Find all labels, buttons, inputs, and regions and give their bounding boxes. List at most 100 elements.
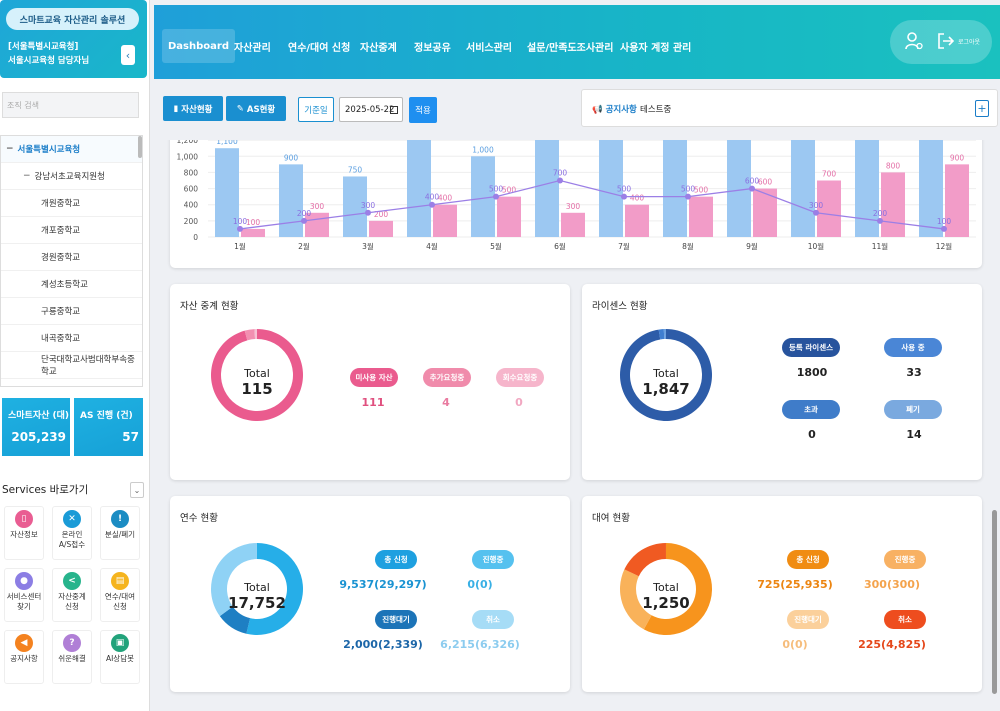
bar-series1[interactable]	[535, 140, 559, 237]
tree-node[interactable]: 단국대학교사범대학부속중학교	[1, 352, 142, 379]
service-shortcut[interactable]: ◀ 공지사항	[4, 630, 44, 684]
total-value: 17,752	[228, 594, 286, 612]
bar-series1[interactable]	[407, 140, 431, 237]
logout-label[interactable]: 로그아웃	[958, 37, 980, 46]
smart-asset-stat[interactable]: 스마트자산 (대) 205,239	[2, 398, 70, 456]
bar-series2[interactable]	[433, 204, 457, 237]
status-tag[interactable]: 취소	[884, 610, 926, 629]
status-tag[interactable]: 취소	[472, 610, 514, 629]
bar-series2[interactable]	[497, 196, 521, 237]
service-shortcut[interactable]: ▯ 자산정보	[4, 506, 44, 560]
tree-node[interactable]: 계성초등학교	[1, 271, 142, 298]
bar-series1[interactable]	[855, 140, 879, 237]
status-tag[interactable]: 총 신청	[787, 550, 829, 569]
line-point[interactable]	[813, 209, 819, 216]
tree-node-label: 계성초등학교	[41, 280, 88, 290]
line-point[interactable]	[365, 209, 371, 216]
tree-node[interactable]: 경원중학교	[1, 244, 142, 271]
service-shortcut[interactable]: ▣ AI상담봇	[100, 630, 140, 684]
bar-series2[interactable]	[241, 228, 265, 237]
line-point[interactable]	[429, 201, 435, 208]
status-tag[interactable]: 폐기	[884, 400, 942, 419]
tree-node[interactable]: 내곡중학교	[1, 325, 142, 352]
bar-series2[interactable]	[945, 164, 969, 237]
status-tag[interactable]: 총 신청	[375, 550, 417, 569]
status-tag[interactable]: 진행대기	[787, 610, 829, 629]
notice-add-button[interactable]: +	[975, 100, 989, 117]
line-point[interactable]	[557, 177, 563, 184]
bar-series2[interactable]	[369, 220, 393, 237]
status-tag[interactable]: 진행중	[472, 550, 514, 569]
status-tag[interactable]: 미사용 자산	[350, 368, 398, 387]
service-shortcut[interactable]: ✕ 온라인 A/S접수	[52, 506, 92, 560]
status-tag[interactable]: 진행중	[884, 550, 926, 569]
nav-item[interactable]: 서비스관리	[466, 29, 512, 63]
nav-item[interactable]: 자산관리	[234, 29, 271, 63]
line-point[interactable]	[749, 185, 755, 192]
status-tag[interactable]: 등록 라이센스	[782, 338, 840, 357]
asset-status-button[interactable]: ▮ 자산현황	[163, 96, 223, 121]
bar-series1[interactable]	[791, 140, 815, 237]
bar-series2[interactable]	[753, 188, 777, 237]
bar2-label: 300	[566, 202, 581, 211]
line-point[interactable]	[301, 217, 307, 224]
bar-series2[interactable]	[881, 172, 905, 237]
org-search-input[interactable]	[2, 92, 139, 118]
asset-relay-total: Total 115	[232, 367, 282, 398]
status-value: 225(4,825)	[858, 638, 926, 651]
bar-series1[interactable]	[279, 164, 303, 237]
apply-button[interactable]: 적용	[409, 97, 437, 123]
line-point[interactable]	[621, 193, 627, 200]
bar2-label: 900	[950, 153, 965, 162]
scrollbar-thumb[interactable]	[992, 510, 997, 694]
y-tick-label: 0	[193, 233, 198, 242]
nav-item[interactable]: 사용자 계정 관리	[620, 29, 691, 63]
notice-text[interactable]: 테스트중	[640, 103, 671, 115]
content-scrollbar[interactable]	[990, 140, 1000, 700]
status-tag[interactable]: 회수요청중	[496, 368, 544, 387]
service-shortcut[interactable]: ● 서비스센터 찾기	[4, 568, 44, 622]
line-point[interactable]	[877, 217, 883, 224]
nav-item[interactable]: 자산중계	[360, 29, 397, 63]
calendar-icon[interactable]	[390, 106, 398, 114]
tree-node-label: 서울특별시교육청	[17, 145, 81, 155]
services-toggle-button[interactable]: ⌄	[130, 482, 144, 498]
base-date-input[interactable]: 2025-05-22	[339, 97, 403, 122]
status-tag[interactable]: 진행대기	[375, 610, 417, 629]
tree-node[interactable]: − 서울특별시교육청	[1, 136, 142, 163]
service-shortcut[interactable]: ? 쉬운해결	[52, 630, 92, 684]
nav-item[interactable]: 설문/만족도조사관리	[527, 29, 613, 63]
tree-node[interactable]: 구룡중학교	[1, 298, 142, 325]
tree-toggle-icon[interactable]: −	[6, 144, 14, 154]
tree-toggle-icon[interactable]: −	[23, 171, 31, 181]
collapse-sidebar-button[interactable]: ‹	[121, 45, 135, 65]
status-tag[interactable]: 초과	[782, 400, 840, 419]
line-point[interactable]	[941, 225, 947, 232]
status-tag[interactable]: 사용 중	[884, 338, 942, 357]
service-shortcut[interactable]: ▤ 연수/대여 신청	[100, 568, 140, 622]
bar-series2[interactable]	[689, 196, 713, 237]
line-point[interactable]	[685, 193, 691, 200]
tree-node[interactable]: 개포중학교	[1, 217, 142, 244]
service-shortcut[interactable]: ! 분실/폐기	[100, 506, 140, 560]
nav-item[interactable]: 정보공유	[414, 29, 451, 63]
bar-series2[interactable]	[561, 212, 585, 237]
tree-node[interactable]: − 강남서초교육지원청	[1, 163, 142, 190]
donut-segment[interactable]	[624, 543, 666, 577]
line-point-label: 400	[425, 193, 440, 202]
line-point[interactable]	[237, 225, 243, 232]
y-tick-label: 200	[184, 217, 199, 226]
line-point[interactable]	[493, 193, 499, 200]
tree-scrollbar[interactable]	[138, 136, 142, 158]
tree-node[interactable]: 개원중학교	[1, 190, 142, 217]
logout-icon[interactable]	[936, 31, 956, 51]
status-tag[interactable]: 추가요청중	[423, 368, 471, 387]
as-status-button[interactable]: ✎ AS현황	[226, 96, 286, 121]
nav-item[interactable]: Dashboard	[162, 29, 235, 63]
training-card: 연수 현황 Total 17,752 총 신청 9,537(29,297) 진행중 0…	[170, 496, 570, 692]
as-progress-stat[interactable]: AS 진행 (건) 57	[74, 398, 143, 456]
user-settings-icon[interactable]	[904, 31, 924, 51]
bar-series2[interactable]	[625, 204, 649, 237]
nav-item[interactable]: 연수/대여 신청	[288, 29, 350, 63]
service-shortcut[interactable]: < 자산중계 신청	[52, 568, 92, 622]
